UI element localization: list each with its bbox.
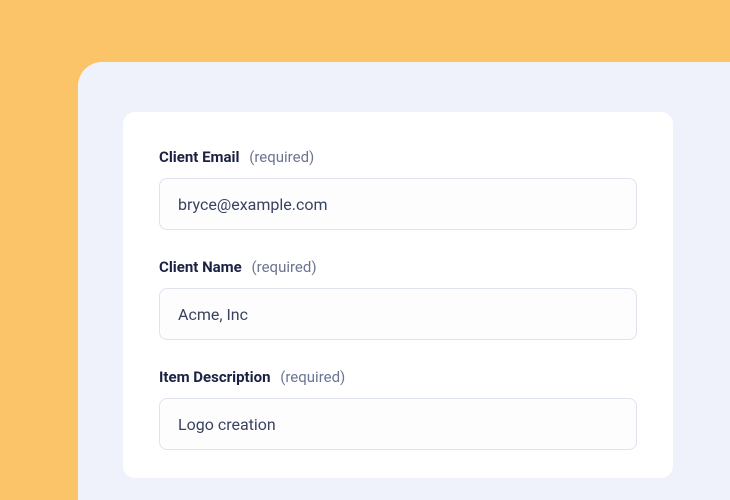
required-indicator: (required) [249,148,314,166]
field-group-client-email: Client Email (required) [159,148,637,230]
form-card: Client Email (required) Client Name (req… [123,112,673,478]
client-email-label: Client Email (required) [159,148,637,166]
required-indicator: (required) [280,368,345,386]
client-email-input[interactable] [159,178,637,230]
field-group-client-name: Client Name (required) [159,258,637,340]
outer-panel: Client Email (required) Client Name (req… [78,62,730,500]
label-text: Client Email [159,148,239,166]
field-group-item-description: Item Description (required) [159,368,637,450]
required-indicator: (required) [252,258,317,276]
item-description-input[interactable] [159,398,637,450]
item-description-label: Item Description (required) [159,368,637,386]
label-text: Client Name [159,258,242,276]
label-text: Item Description [159,368,270,386]
client-name-input[interactable] [159,288,637,340]
client-name-label: Client Name (required) [159,258,637,276]
